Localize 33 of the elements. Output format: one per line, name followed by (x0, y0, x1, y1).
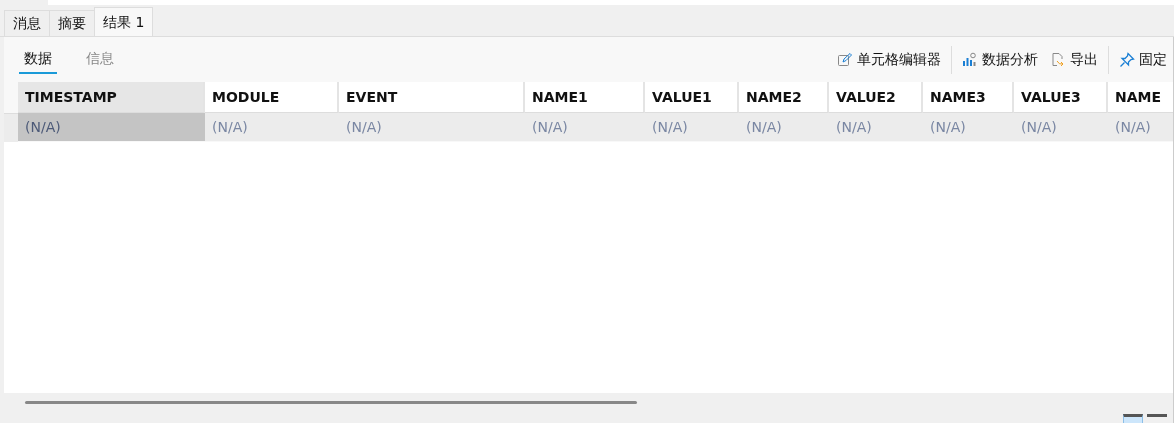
sub-tab[interactable]: 信息 (81, 45, 119, 74)
column-header[interactable]: VALUE3 (1014, 82, 1108, 113)
table-cell: (N/A) (1014, 113, 1108, 141)
column-header[interactable]: VALUE1 (645, 82, 739, 113)
toolbar-button[interactable]: 单元格编辑器 (831, 50, 947, 69)
export-icon (1050, 51, 1066, 68)
toolbar-button[interactable]: 固定 (1113, 50, 1173, 69)
column-header[interactable]: NAME3 (923, 82, 1014, 113)
column-header[interactable]: MODULE (205, 82, 339, 113)
table-cell: (N/A) (339, 113, 525, 141)
toolbar-button[interactable]: 导出 (1044, 50, 1104, 69)
column-header[interactable]: NAME2 (739, 82, 829, 113)
column-header[interactable]: NAME1 (525, 82, 645, 113)
pencil-icon (837, 51, 853, 68)
bar-chart-icon (962, 51, 978, 68)
sub-tab[interactable]: 数据 (19, 45, 57, 74)
pin-icon (1119, 51, 1135, 68)
column-header[interactable]: EVENT (339, 82, 525, 113)
table-cell: (N/A) (18, 113, 205, 141)
tab[interactable]: 结果 1 (94, 7, 154, 36)
column-header[interactable]: VALUE2 (829, 82, 923, 113)
column-header[interactable]: NAME (1108, 82, 1173, 113)
table-cell: (N/A) (525, 113, 645, 141)
table-cell: (N/A) (923, 113, 1014, 141)
table-cell: (N/A) (645, 113, 739, 141)
table-cell: (N/A) (829, 113, 923, 141)
table-cell: (N/A) (1108, 113, 1173, 141)
grid-view-button[interactable] (1123, 414, 1143, 423)
table-cell: (N/A) (739, 113, 829, 141)
table-cell: (N/A) (205, 113, 339, 141)
tab[interactable]: 消息 (4, 10, 50, 36)
toolbar-button[interactable]: 数据分析 (956, 50, 1044, 69)
column-header[interactable]: TIMESTAMP (18, 82, 205, 113)
